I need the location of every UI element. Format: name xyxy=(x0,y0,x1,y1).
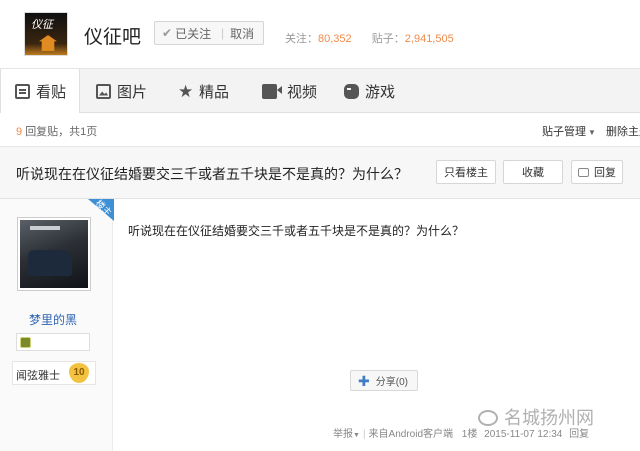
member-badge-icon[interactable] xyxy=(20,337,31,348)
video-icon xyxy=(262,83,282,99)
delete-topic-link[interactable]: 删除主题 xyxy=(606,123,640,139)
picture-icon xyxy=(96,83,111,99)
post-manage-dropdown[interactable]: 贴子管理 ▼ xyxy=(542,123,596,139)
tab-label: 视频 xyxy=(287,83,318,101)
rank-title: 闻弦雅士 xyxy=(16,370,60,382)
share-plus-icon: ✚ xyxy=(358,372,370,389)
thread-toolbar: 9 回复贴，共1页 贴子管理▼ 删除主题 xyxy=(0,113,640,147)
followed-label: 已关注 xyxy=(175,26,212,41)
follow-control: ✔ 已关注 | 取消 xyxy=(154,21,264,45)
share-button[interactable]: ✚ 分享(0) xyxy=(350,370,418,391)
followed-button[interactable]: ✔ 已关注 xyxy=(155,25,221,42)
tab-featured[interactable]: ★ 精品 xyxy=(178,69,229,113)
forum-logo[interactable]: 仪征 xyxy=(24,12,68,56)
watermark-text: 名城扬州网 xyxy=(504,408,594,428)
follow-separator: | xyxy=(221,26,225,40)
post-source: 来自Android客户端 xyxy=(368,429,454,440)
reply-button-label: 回复 xyxy=(594,167,616,179)
author-name[interactable]: 梦里的黑 xyxy=(0,311,106,328)
thread-title-bar: 听说现在在仪征结婚要交三千或者五千块是不是真的？为什么？ 只看楼主 收藏 回复 xyxy=(0,147,640,199)
author-rank[interactable]: 闻弦雅士 10 xyxy=(12,361,96,385)
tab-games[interactable]: 游戏 xyxy=(344,69,395,113)
forum-name[interactable]: 仪征吧 xyxy=(84,22,141,49)
post-time: 2015-11-07 12:34 xyxy=(484,429,563,440)
forum-header: 仪征 仪征吧 ✔ 已关注 | 取消 关注：80,352 贴子：2,941,505 xyxy=(0,0,640,68)
report-link[interactable]: 举报▼ xyxy=(333,429,360,440)
avatar[interactable] xyxy=(17,217,91,291)
tab-label: 游戏 xyxy=(365,83,396,101)
unfollow-button[interactable]: 取消 xyxy=(230,25,254,42)
watermark: 名城扬州网 xyxy=(478,404,594,430)
tab-view-posts[interactable]: 看贴 xyxy=(0,69,80,114)
post-reply-link[interactable]: 回复 xyxy=(569,429,589,440)
reply-info: 9 回复贴，共1页 xyxy=(16,123,97,139)
posts-count: 2,941,505 xyxy=(404,33,454,45)
tab-label: 看贴 xyxy=(36,84,67,101)
collect-button[interactable]: 收藏 xyxy=(503,160,563,184)
posts-label: 贴子： xyxy=(371,33,405,45)
share-label: 分享(0) xyxy=(375,377,408,388)
tab-videos[interactable]: 视频 xyxy=(262,69,317,113)
post-floor: 1楼 xyxy=(461,429,478,440)
check-icon: ✔ xyxy=(162,26,173,40)
post-content: 听说现在在仪征结婚要交三千或者五千块是不是真的？为什么？ xyxy=(128,224,465,238)
tab-label: 图片 xyxy=(117,83,148,101)
star-icon: ★ xyxy=(178,81,194,101)
followers-label: 关注： xyxy=(285,33,318,45)
thread-title: 听说现在在仪征结婚要交三千或者五千块是不是真的？为什么？ xyxy=(16,166,408,182)
level-badge: 10 xyxy=(69,363,89,383)
tab-pictures[interactable]: 图片 xyxy=(96,69,147,113)
reply-button[interactable]: 回复 xyxy=(571,160,623,184)
gamepad-icon xyxy=(344,83,359,99)
reply-text: 回复贴，共1页 xyxy=(25,126,98,138)
followers-count: 80,352 xyxy=(318,33,352,45)
wechat-icon xyxy=(478,410,498,426)
badge-bar xyxy=(16,333,90,351)
reply-count: 9 xyxy=(16,126,23,138)
only-op-button[interactable]: 只看楼主 xyxy=(436,160,496,184)
doc-icon xyxy=(15,84,30,99)
caret-down-icon: ▼ xyxy=(588,128,596,137)
tab-label: 精品 xyxy=(199,83,230,101)
forum-tabs: 看贴 图片 ★ 精品 视频 游戏 xyxy=(0,68,640,114)
post-manage-label: 贴子管理 xyxy=(542,126,586,138)
forum-stats: 关注：80,352 贴子：2,941,505 xyxy=(285,30,454,46)
comment-icon xyxy=(578,167,589,177)
